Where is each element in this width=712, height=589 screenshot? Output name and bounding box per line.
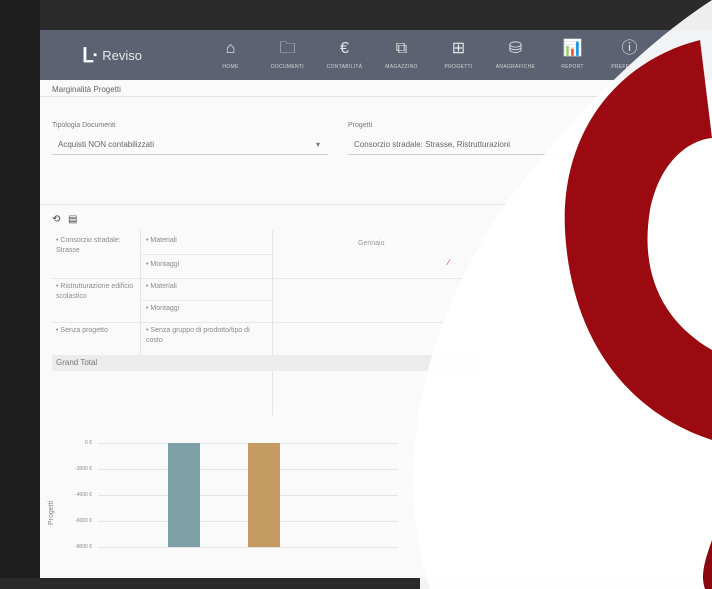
decorative-logo-overlay xyxy=(413,0,712,589)
